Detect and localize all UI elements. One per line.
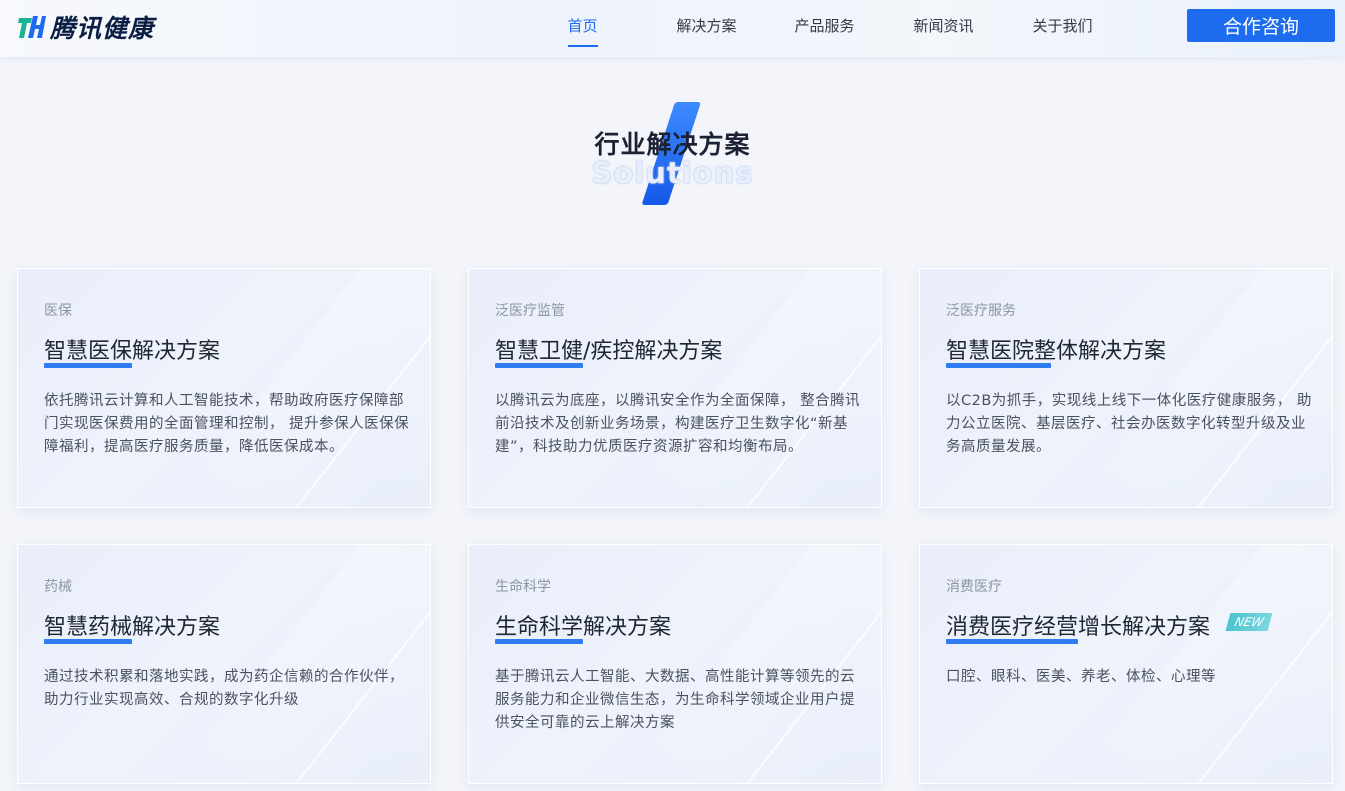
card-category: 医保 — [44, 303, 72, 319]
card-category: 泛医疗服务 — [946, 303, 1016, 319]
card-description: 基于腾讯云人工智能、大数据、高性能计算等领先的云服务能力和企业微信生态，为生命科… — [495, 669, 855, 731]
section-title: 行业解决方案 Solutions — [0, 96, 1345, 211]
card-title[interactable]: 生命科学解决方案 — [495, 609, 671, 641]
tencent-health-logo-icon — [18, 16, 46, 38]
card-category: 生命科学 — [495, 579, 551, 595]
section-title-en: Solutions — [591, 156, 754, 190]
card-description: 以C2B为抓手，实现线上线下一体化医疗健康服务， 助力公立医院、基层医疗、社会办… — [946, 393, 1312, 455]
card-category: 药械 — [44, 579, 72, 595]
nav-home[interactable]: 首页 — [560, 0, 605, 57]
nav-solutions[interactable]: 解决方案 — [670, 0, 743, 57]
solution-card-health-cdc[interactable]: 泛医疗监管 智慧卫健/疾控解决方案 以腾讯云为底座，以腾讯安全作为全面保障， 整… — [468, 268, 882, 508]
card-title[interactable]: 智慧医保解决方案 — [44, 333, 220, 365]
card-description: 口腔、眼科、医美、养老、体检、心理等 — [946, 669, 1216, 685]
solution-card-medical-insurance[interactable]: 医保 智慧医保解决方案 依托腾讯云计算和人工智能技术，帮助政府医疗保障部门实现医… — [17, 268, 431, 508]
main-nav: 首页 解决方案 产品服务 新闻资讯 关于我们 — [560, 0, 1099, 57]
nav-news[interactable]: 新闻资讯 — [907, 0, 980, 57]
card-description: 依托腾讯云计算和人工智能技术，帮助政府医疗保障部门实现医保费用的全面管理和控制，… — [44, 393, 410, 455]
card-description: 通过技术积累和落地实践，成为药企信赖的合作伙伴，助力行业实现高效、合规的数字化升… — [44, 669, 404, 708]
consult-button[interactable]: 合作咨询 — [1187, 9, 1335, 42]
logo-text: 腾讯健康 — [50, 14, 155, 43]
top-header: 腾讯健康 首页 解决方案 产品服务 新闻资讯 关于我们 合作咨询 — [0, 0, 1345, 57]
solution-card-pharma[interactable]: 药械 智慧药械解决方案 通过技术积累和落地实践，成为药企信赖的合作伙伴，助力行业… — [17, 544, 431, 784]
card-description: 以腾讯云为底座，以腾讯安全作为全面保障， 整合腾讯前沿技术及创新业务场景，构建医… — [495, 393, 861, 455]
card-title[interactable]: 智慧药械解决方案 — [44, 609, 220, 641]
solution-card-smart-hospital[interactable]: 泛医疗服务 智慧医院整体解决方案 以C2B为抓手，实现线上线下一体化医疗健康服务… — [919, 268, 1333, 508]
card-title[interactable]: 消费医疗经营增长解决方案 — [946, 609, 1210, 641]
card-title[interactable]: 智慧医院整体解决方案 — [946, 333, 1166, 365]
card-category: 泛医疗监管 — [495, 303, 565, 319]
logo[interactable]: 腾讯健康 — [16, 11, 154, 43]
new-badge: NEW — [1225, 613, 1273, 631]
card-title[interactable]: 智慧卫健/疾控解决方案 — [495, 333, 722, 365]
nav-about[interactable]: 关于我们 — [1026, 0, 1099, 57]
card-category: 消费医疗 — [946, 579, 1002, 595]
nav-products[interactable]: 产品服务 — [788, 0, 861, 57]
solution-card-life-science[interactable]: 生命科学 生命科学解决方案 基于腾讯云人工智能、大数据、高性能计算等领先的云服务… — [468, 544, 882, 784]
solution-card-consumer-medical[interactable]: 消费医疗 消费医疗经营增长解决方案 NEW 口腔、眼科、医美、养老、体检、心理等 — [919, 544, 1333, 784]
